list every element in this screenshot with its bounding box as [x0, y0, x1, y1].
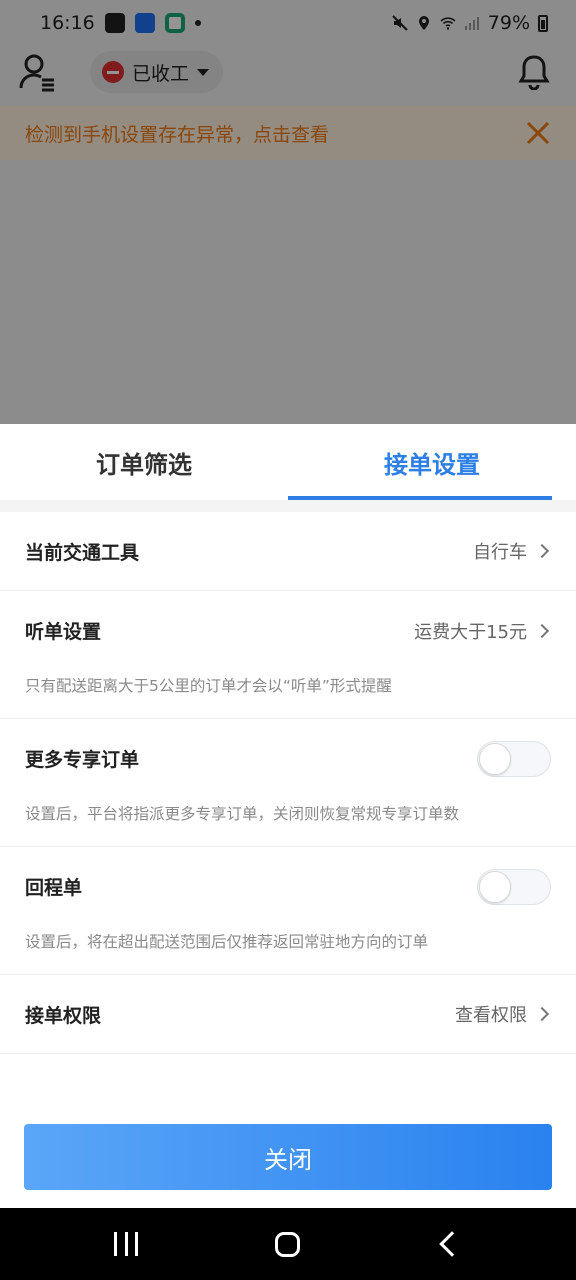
navigation-bar	[0, 1208, 576, 1280]
listen-settings-note: 只有配送距离大于5公里的订单才会以“听单”形式提醒	[0, 670, 576, 719]
return-order-row: 回程单	[0, 847, 576, 926]
listen-settings-value: 运费大于15元	[414, 621, 527, 643]
home-icon[interactable]	[275, 1232, 300, 1257]
exclusive-orders-toggle[interactable]	[477, 740, 551, 777]
exclusive-orders-row: 更多专享订单	[0, 719, 576, 798]
toggle-knob	[479, 742, 511, 775]
listen-settings-row[interactable]: 听单设置 运费大于15元	[0, 591, 576, 670]
transport-label: 当前交通工具	[25, 541, 140, 564]
return-order-label: 回程单	[25, 877, 83, 899]
return-order-note: 设置后，将在超出配送范围后仅推荐返回常驻地方向的订单	[0, 926, 576, 975]
transport-value: 自行车	[473, 542, 527, 563]
modal-overlay[interactable]	[0, 0, 576, 426]
exclusive-orders-label: 更多专享订单	[25, 749, 140, 771]
recent-apps-icon[interactable]	[114, 1232, 138, 1256]
settings-sheet: 订单筛选 接单设置 当前交通工具 自行车 听单设置 运费大于15元 只有配送距离…	[0, 424, 576, 1208]
toggle-knob	[479, 870, 511, 903]
tab-order-settings[interactable]: 接单设置	[288, 424, 576, 500]
order-permission-row[interactable]: 接单权限 查看权限	[0, 975, 576, 1054]
transport-row[interactable]: 当前交通工具 自行车	[0, 512, 576, 591]
tab-bar: 订单筛选 接单设置	[0, 424, 576, 500]
chevron-right-icon	[534, 543, 550, 559]
return-order-toggle[interactable]	[477, 868, 551, 905]
active-tab-indicator	[288, 496, 552, 500]
chevron-right-icon	[534, 623, 550, 638]
close-button[interactable]: 关闭	[24, 1124, 552, 1190]
tab-order-filter[interactable]: 订单筛选	[0, 424, 288, 500]
order-permission-label: 接单权限	[25, 1004, 102, 1027]
listen-settings-label: 听单设置	[25, 621, 102, 643]
order-permission-value: 查看权限	[455, 1005, 527, 1026]
chevron-right-icon	[534, 1006, 550, 1022]
divider	[0, 500, 576, 512]
back-icon[interactable]	[439, 1231, 465, 1257]
exclusive-orders-note: 设置后，平台将指派更多专享订单，关闭则恢复常规专享订单数	[0, 798, 576, 847]
